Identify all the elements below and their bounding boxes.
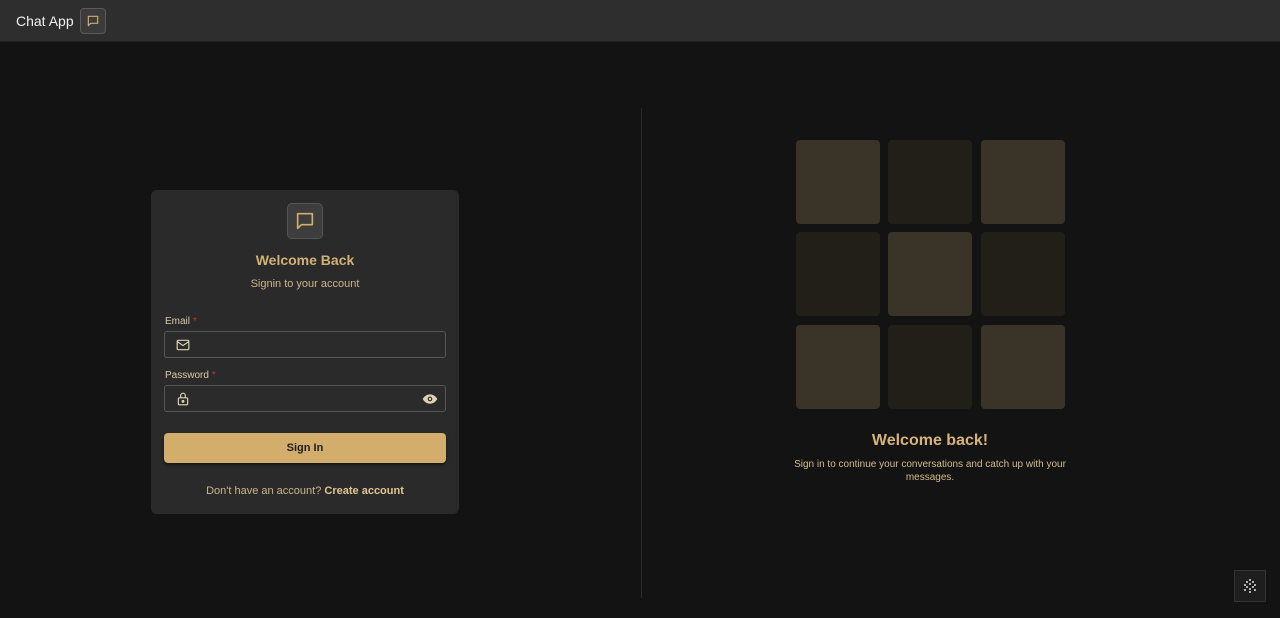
grid-tile bbox=[981, 232, 1065, 316]
hero-subtitle: Sign in to continue your conversations a… bbox=[794, 459, 1066, 483]
required-mark: * bbox=[193, 316, 197, 327]
watermark-logo bbox=[1234, 570, 1266, 602]
email-label: Email * bbox=[165, 316, 197, 327]
signup-row: Don't have an account? Create account bbox=[151, 485, 459, 497]
email-field-wrapper bbox=[164, 331, 446, 358]
grid-tile bbox=[981, 325, 1065, 409]
signup-prompt: Don't have an account? bbox=[206, 485, 322, 497]
email-input[interactable] bbox=[191, 332, 445, 357]
hero-title: Welcome back! bbox=[871, 432, 989, 449]
grid-tile bbox=[796, 140, 880, 224]
grid-tile bbox=[796, 232, 880, 316]
sign-in-button[interactable]: Sign In bbox=[164, 433, 446, 463]
login-subtitle: Signin to your account bbox=[250, 278, 360, 290]
password-input[interactable] bbox=[191, 386, 421, 411]
vertical-divider bbox=[641, 108, 642, 598]
grid-tile bbox=[981, 140, 1065, 224]
create-account-link[interactable]: Create account bbox=[324, 485, 403, 497]
app-title: Chat App bbox=[16, 12, 74, 29]
login-card: Welcome Back Signin to your account Emai… bbox=[151, 190, 459, 514]
top-bar: Chat App bbox=[0, 0, 1280, 42]
grid-tile bbox=[888, 325, 972, 409]
grid-tile bbox=[796, 325, 880, 409]
grid-tile bbox=[888, 232, 972, 316]
eye-icon[interactable] bbox=[421, 391, 439, 407]
mail-icon bbox=[175, 337, 191, 353]
decorative-tile-grid bbox=[796, 140, 1066, 410]
lock-icon bbox=[175, 391, 191, 407]
chat-bubble-icon bbox=[287, 203, 323, 239]
password-field-wrapper bbox=[164, 385, 446, 412]
grid-tile bbox=[888, 140, 972, 224]
login-title: Welcome Back bbox=[255, 252, 355, 268]
chat-bubble-icon[interactable] bbox=[79, 7, 106, 34]
password-label: Password * bbox=[165, 370, 216, 381]
required-mark: * bbox=[211, 370, 216, 381]
